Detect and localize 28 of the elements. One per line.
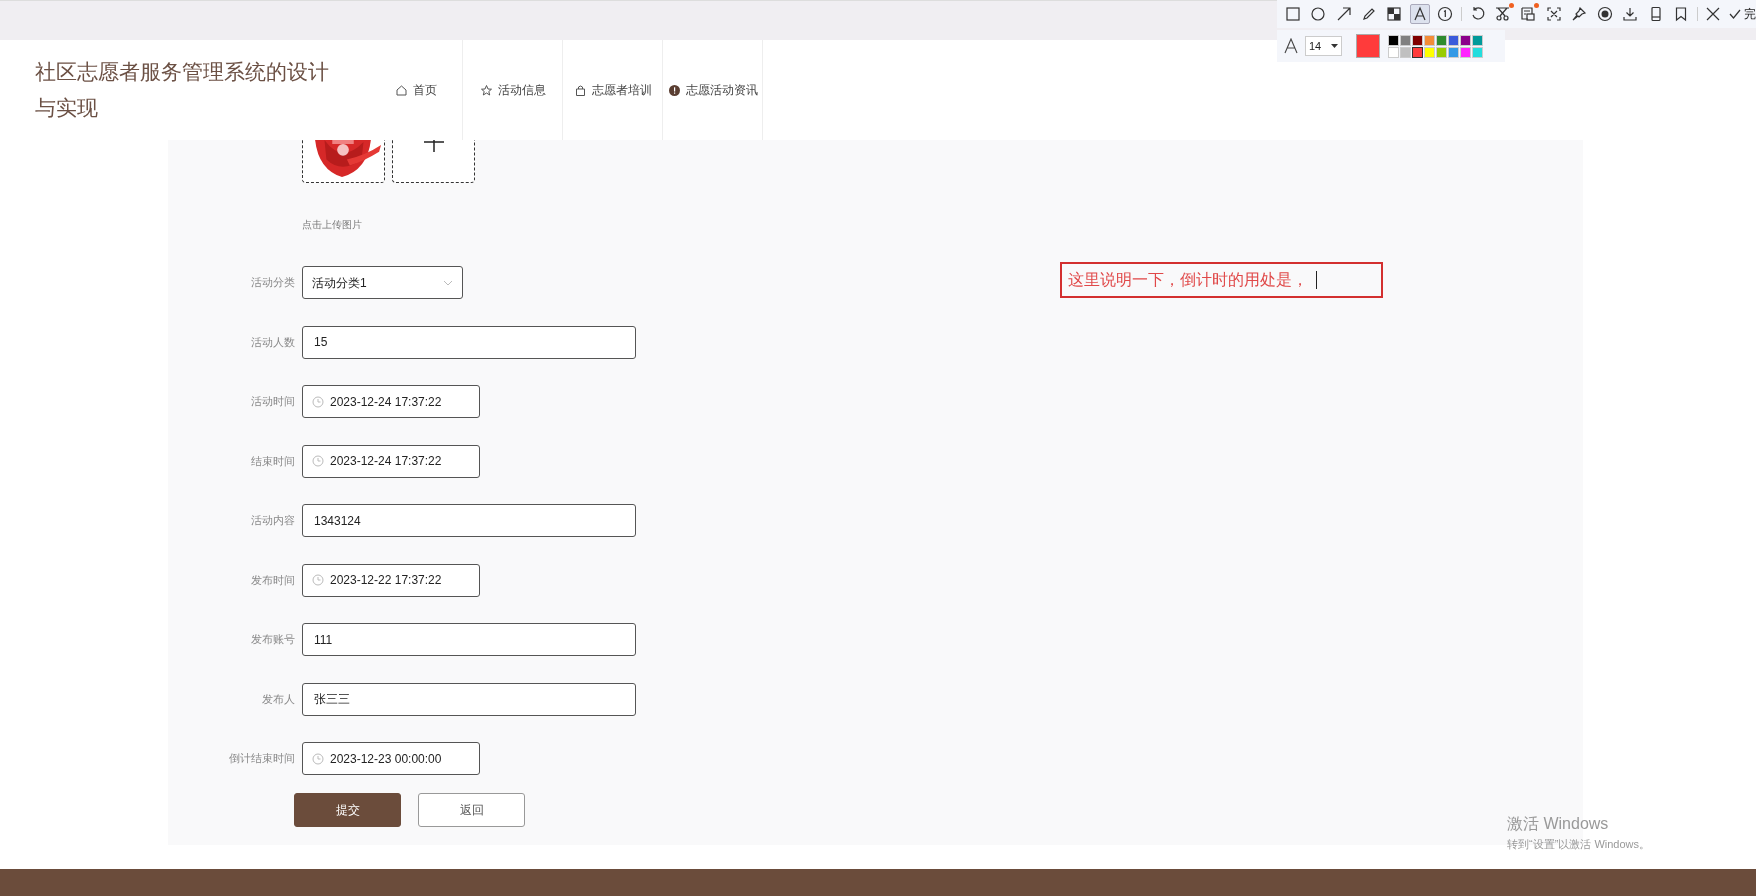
field-label: 活动分类 [250, 275, 296, 291]
submit-button[interactable]: 提交 [294, 793, 401, 827]
field-label: 结束时间 [250, 453, 296, 469]
activation-title: 激活 Windows [1507, 814, 1610, 834]
field-label: 倒计结束时间 [228, 751, 296, 767]
done-button[interactable]: 完 [1729, 5, 1756, 23]
field-label: 发布账号 [250, 632, 296, 648]
field-label: 发布时间 [250, 572, 296, 588]
activation-text: 转到“设置”以激活 Windows。 [1507, 837, 1650, 852]
input-field[interactable]: 111 [302, 623, 636, 656]
annotation-text: 这里说明一下，倒计时的用处是， [1068, 270, 1308, 290]
input-field[interactable]: 15 [302, 325, 636, 359]
annotation-box[interactable]: 这里说明一下，倒计时的用处是， [1060, 262, 1383, 298]
datetime-field[interactable]: 2023-12-23 00:00:00 [302, 742, 480, 775]
back-button[interactable]: 返回 [418, 793, 525, 827]
upload-hint: 点击上传图片 [302, 218, 362, 231]
site-title: 社区志愿者服务管理系统的设计与实现 [34, 59, 330, 121]
datetime-field[interactable]: 2023-12-24 17:37:22 [302, 444, 480, 478]
field-label: 发布人 [261, 691, 296, 707]
font-size-select[interactable]: 14 [1305, 36, 1342, 56]
field-label: 活动内容 [250, 513, 296, 529]
input-field[interactable]: 1343124 [302, 504, 636, 537]
datetime-field[interactable]: 2023-12-22 17:37:22 [302, 563, 480, 597]
datetime-field[interactable]: 2023-12-24 17:37:22 [302, 385, 480, 418]
field-label: 活动时间 [250, 394, 296, 410]
category-select[interactable]: 活动分类1 [302, 266, 463, 299]
input-field[interactable]: 张三三 [302, 682, 636, 716]
field-label: 活动人数 [250, 334, 296, 350]
